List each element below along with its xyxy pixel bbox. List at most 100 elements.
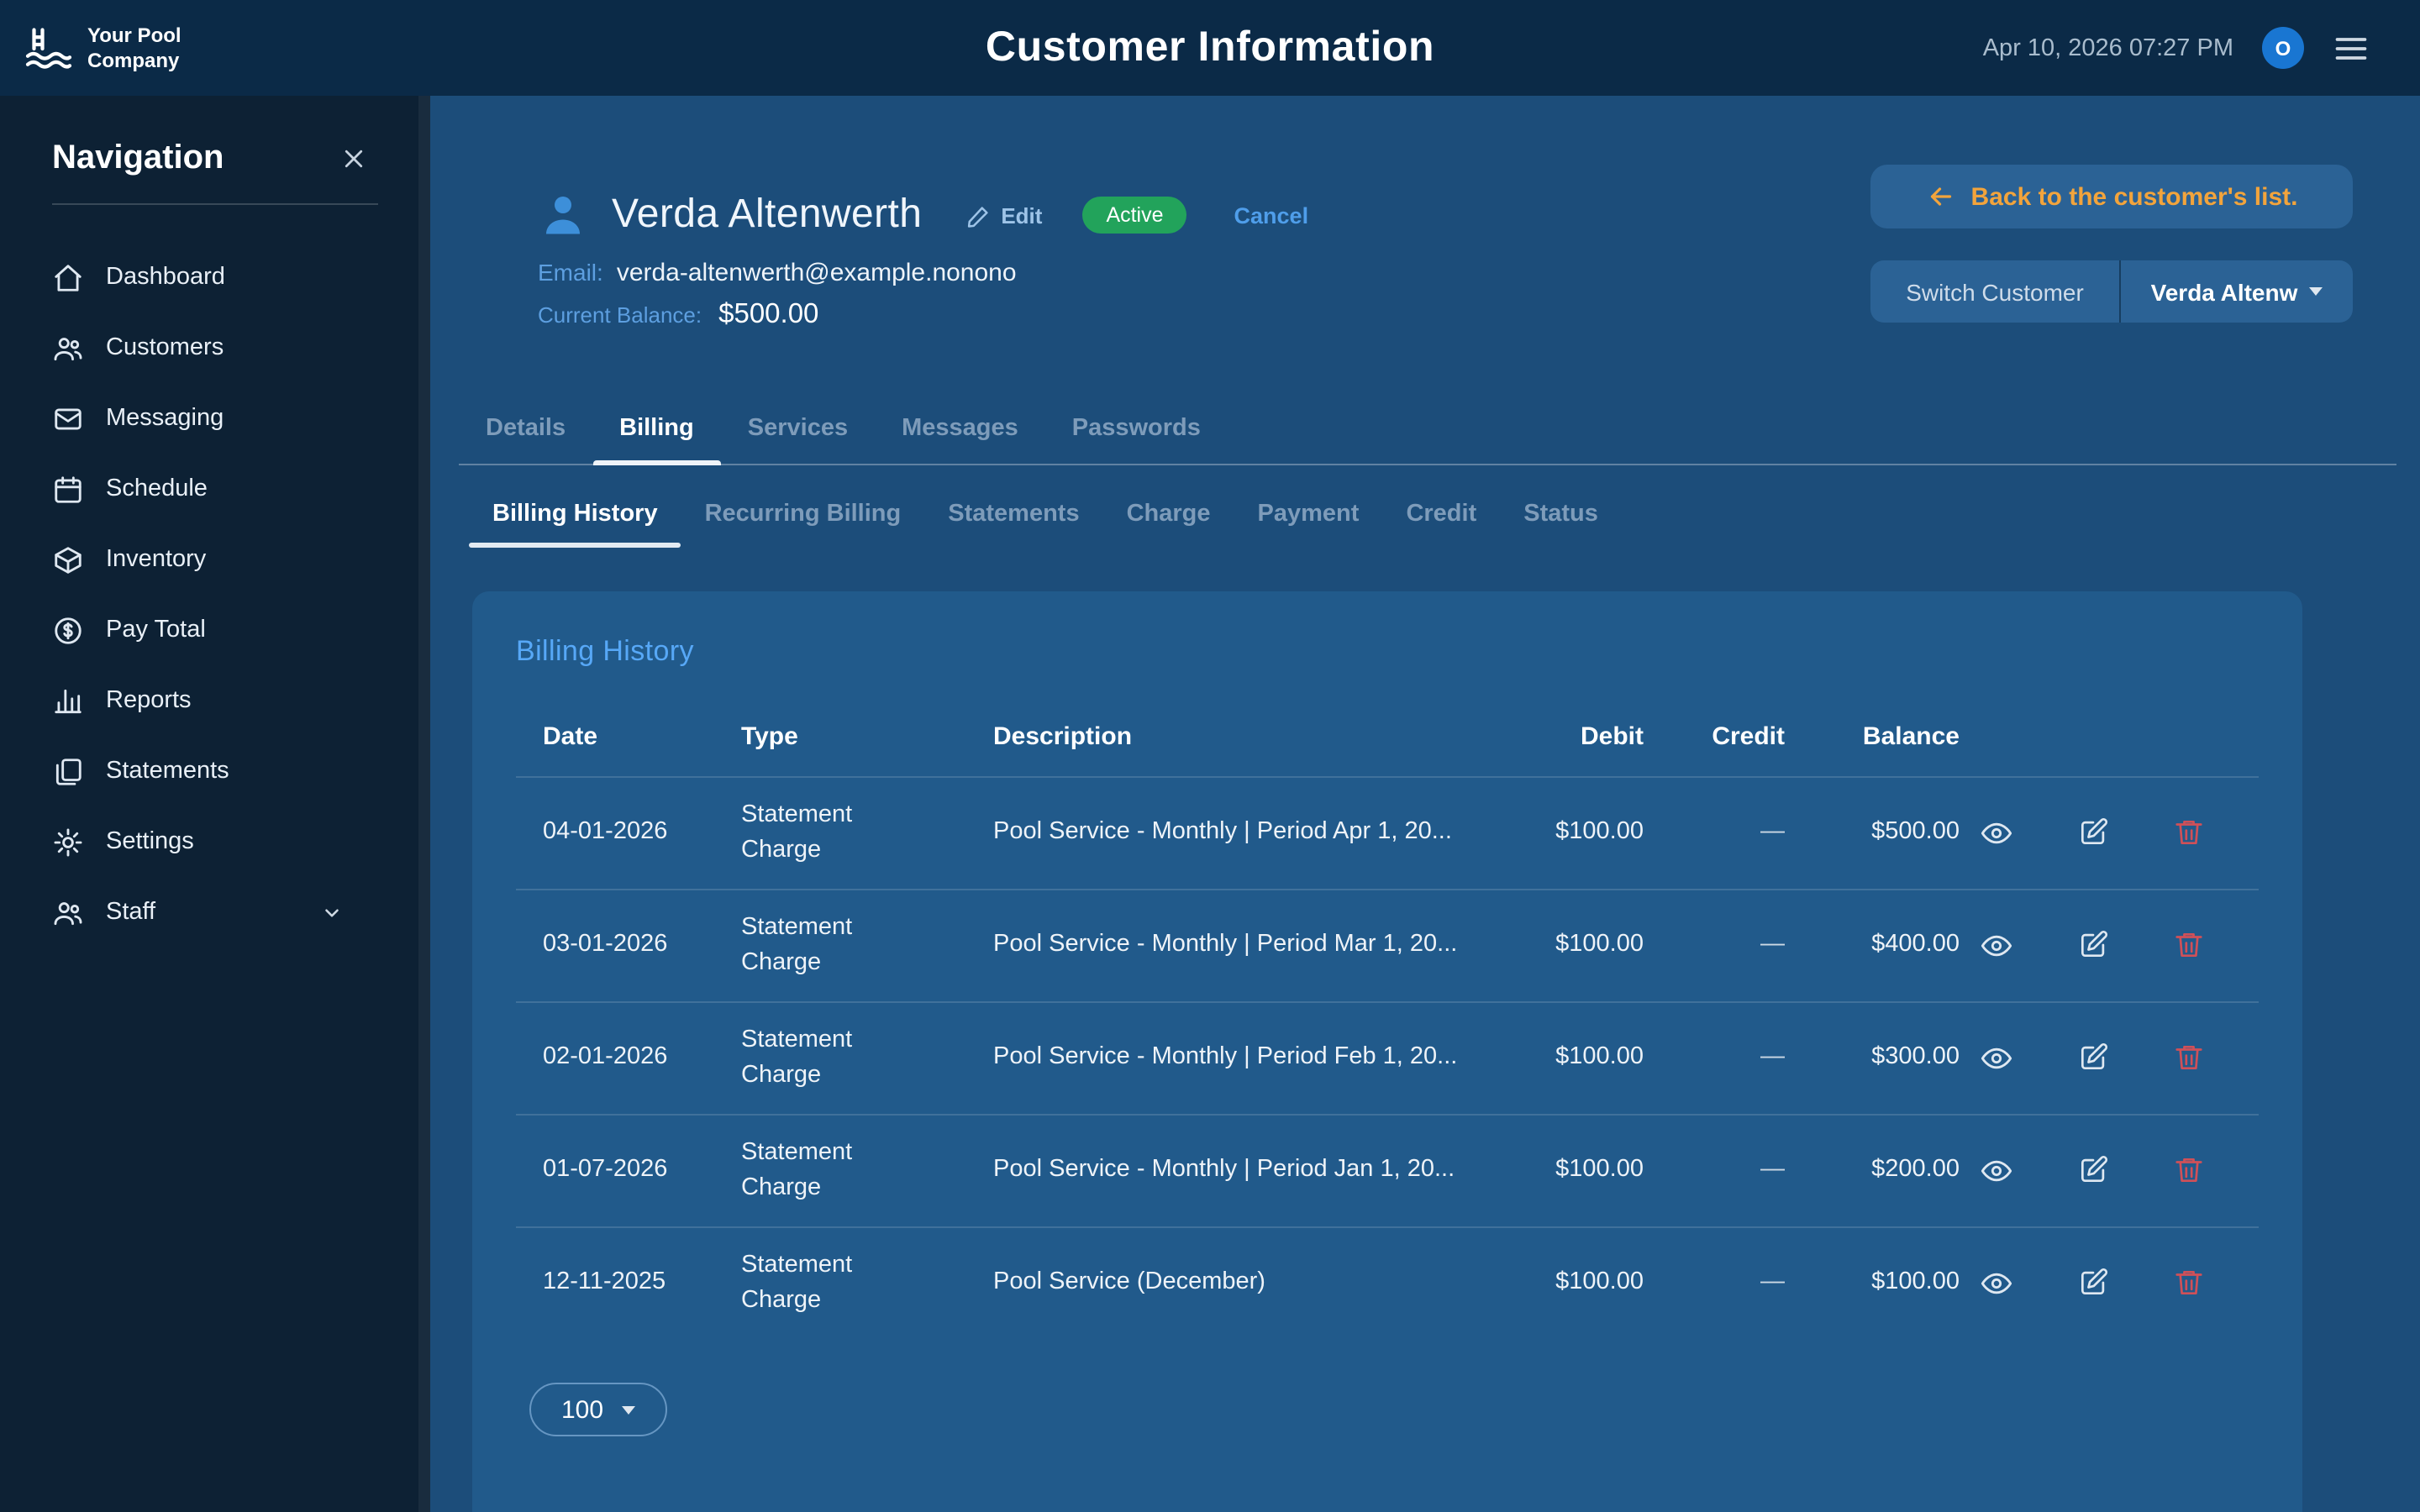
delete-icon[interactable] <box>2173 1267 2205 1300</box>
user-avatar[interactable]: O <box>2262 27 2304 69</box>
calendar-icon <box>52 473 84 505</box>
card-title: Billing History <box>516 635 2259 669</box>
view-icon[interactable] <box>1980 1042 2013 1075</box>
close-icon[interactable] <box>341 146 366 171</box>
cell-description: Pool Service - Monthly | Period Apr 1, 2… <box>966 816 1499 851</box>
edit-icon[interactable] <box>2077 816 2109 850</box>
customer-avatar-icon <box>538 190 588 240</box>
package-icon <box>52 543 84 575</box>
sidebar-item-customers[interactable]: Customers <box>0 312 430 383</box>
customer-select-dropdown[interactable]: Verda Altenw <box>2121 260 2353 323</box>
bar-chart-icon <box>52 685 84 717</box>
table-row: 02-01-2026 Statement Charge Pool Service… <box>516 1001 2259 1114</box>
sidebar-item-reports[interactable]: Reports <box>0 665 430 736</box>
table-row: 12-11-2025 Statement Charge Pool Service… <box>516 1226 2259 1339</box>
billing-history-card: Billing History Date Type Description De… <box>472 591 2302 1512</box>
cell-credit: — <box>1654 1041 1795 1076</box>
sidebar-title: Navigation <box>52 139 224 178</box>
cell-type: Statement Charge <box>714 911 966 981</box>
cell-actions <box>1970 816 2259 850</box>
tab-messages[interactable]: Messages <box>875 415 1045 464</box>
subtab-bar: Billing History Recurring Billing Statem… <box>469 501 2396 548</box>
subtab-charge[interactable]: Charge <box>1103 501 1234 548</box>
billing-history-table: Date Type Description Debit Credit Balan… <box>516 696 2259 1339</box>
main-content: Verda Altenwerth Edit Active Cancel Emai… <box>430 96 2420 1512</box>
cell-actions <box>1970 1154 2259 1188</box>
edit-icon[interactable] <box>2077 1154 2109 1188</box>
home-icon <box>52 261 84 293</box>
edit-icon[interactable] <box>2077 1267 2109 1300</box>
dollar-circle-icon <box>52 614 84 646</box>
gear-icon <box>52 826 84 858</box>
balance-value: $500.00 <box>718 299 818 331</box>
subtab-payment[interactable]: Payment <box>1234 501 1383 548</box>
cancel-link[interactable]: Cancel <box>1234 202 1309 228</box>
cell-actions <box>1970 1042 2259 1075</box>
delete-icon[interactable] <box>2173 1154 2205 1188</box>
edit-icon[interactable] <box>2077 929 2109 963</box>
tab-services[interactable]: Services <box>721 415 875 464</box>
edit-customer-button[interactable]: Edit <box>965 202 1042 228</box>
topbar-right: Apr 10, 2026 07:27 PM O <box>1983 27 2420 69</box>
status-badge: Active <box>1082 197 1186 234</box>
balance-label: Current Balance: <box>538 302 702 328</box>
sidebar-item-statements[interactable]: Statements <box>0 736 430 806</box>
cell-date: 03-01-2026 <box>516 928 714 963</box>
sidebar-nav: Dashboard Customers Messaging <box>0 228 430 948</box>
delete-icon[interactable] <box>2173 929 2205 963</box>
sidebar-item-pay-total[interactable]: Pay Total <box>0 595 430 665</box>
col-type: Type <box>714 722 966 750</box>
view-icon[interactable] <box>1980 929 2013 963</box>
sidebar-item-label: Pay Total <box>106 617 206 643</box>
cell-credit: — <box>1654 928 1795 963</box>
subtab-credit[interactable]: Credit <box>1382 501 1500 548</box>
envelope-icon <box>52 402 84 434</box>
view-icon[interactable] <box>1980 1267 2013 1300</box>
cell-date: 01-07-2026 <box>516 1153 714 1189</box>
subtab-billing-history[interactable]: Billing History <box>469 501 681 548</box>
tab-passwords[interactable]: Passwords <box>1045 415 1228 464</box>
sidebar-item-schedule[interactable]: Schedule <box>0 454 430 524</box>
subtab-status[interactable]: Status <box>1500 501 1622 548</box>
sidebar-item-settings[interactable]: Settings <box>0 806 430 877</box>
sidebar-item-label: Customers <box>106 334 224 361</box>
col-debit: Debit <box>1499 722 1654 750</box>
chevron-down-icon <box>321 901 343 923</box>
tab-details[interactable]: Details <box>459 415 592 464</box>
table-header-row: Date Type Description Debit Credit Balan… <box>516 696 2259 776</box>
switch-customer-button[interactable]: Switch Customer <box>1870 260 2119 323</box>
edit-icon[interactable] <box>2077 1042 2109 1075</box>
cell-balance: $200.00 <box>1795 1153 1970 1189</box>
table-row: 04-01-2026 Statement Charge Pool Service… <box>516 776 2259 889</box>
datetime-label: Apr 10, 2026 07:27 PM <box>1983 34 2233 61</box>
sidebar-item-label: Statements <box>106 758 229 785</box>
view-icon[interactable] <box>1980 816 2013 850</box>
hamburger-menu-icon[interactable] <box>2333 29 2370 66</box>
sidebar-item-staff[interactable]: Staff <box>0 877 430 948</box>
table-row: 03-01-2026 Statement Charge Pool Service… <box>516 889 2259 1001</box>
cell-balance: $500.00 <box>1795 816 1970 851</box>
cell-credit: — <box>1654 1266 1795 1301</box>
cell-credit: — <box>1654 816 1795 851</box>
view-icon[interactable] <box>1980 1154 2013 1188</box>
sidebar-item-messaging[interactable]: Messaging <box>0 383 430 454</box>
page-size-select[interactable]: 100 <box>529 1383 667 1436</box>
back-to-customers-button[interactable]: Back to the customer's list. <box>1870 165 2353 228</box>
cell-balance: $400.00 <box>1795 928 1970 963</box>
col-date: Date <box>516 722 714 750</box>
tab-bar: Details Billing Services Messages Passwo… <box>459 415 2396 465</box>
subtab-statements[interactable]: Statements <box>924 501 1102 548</box>
cell-description: Pool Service (December) <box>966 1266 1499 1301</box>
tab-billing[interactable]: Billing <box>592 415 721 464</box>
sidebar-item-label: Settings <box>106 828 194 855</box>
delete-icon[interactable] <box>2173 816 2205 850</box>
cell-debit: $100.00 <box>1499 1153 1654 1189</box>
delete-icon[interactable] <box>2173 1042 2205 1075</box>
sidebar-item-label: Staff <box>106 899 155 926</box>
sidebar-item-dashboard[interactable]: Dashboard <box>0 242 430 312</box>
sidebar-item-inventory[interactable]: Inventory <box>0 524 430 595</box>
cell-type: Statement Charge <box>714 1136 966 1206</box>
cell-type: Statement Charge <box>714 1248 966 1319</box>
staff-icon <box>52 896 84 928</box>
subtab-recurring-billing[interactable]: Recurring Billing <box>681 501 925 548</box>
